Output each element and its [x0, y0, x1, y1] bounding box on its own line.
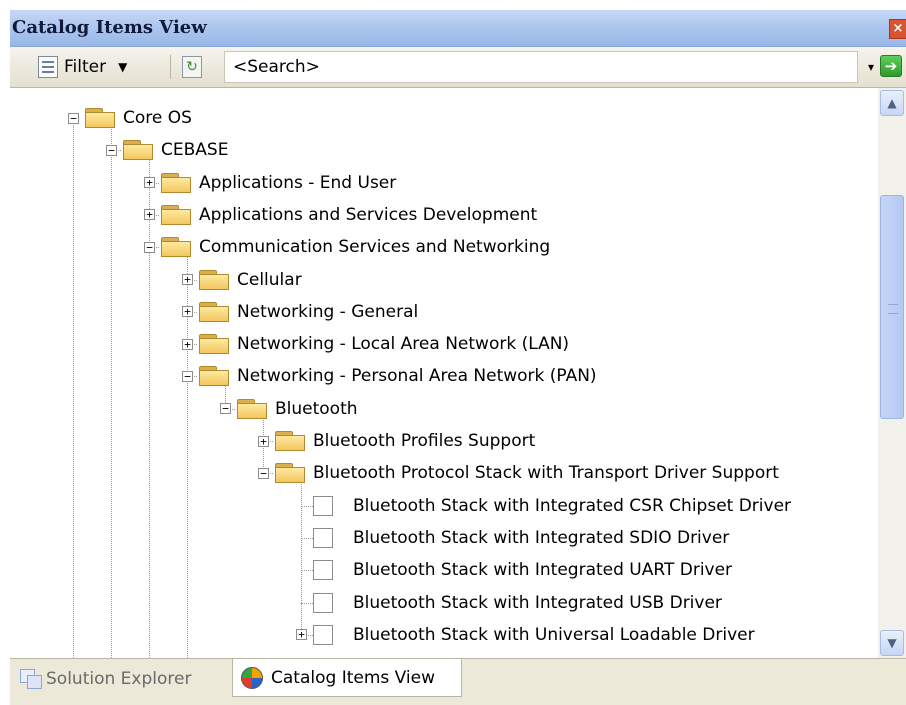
scrollbar-thumb[interactable]	[880, 194, 904, 419]
expand-node-icon[interactable]: +	[144, 209, 155, 221]
folder-icon	[275, 431, 305, 451]
search-input[interactable]: <Search>	[224, 51, 858, 83]
filter-label: Filter	[64, 57, 107, 77]
catalog-items-window: Catalog Items View × Filter ▼ ↻ <Search>…	[10, 10, 906, 705]
tree-folder-node[interactable]: + Applications and Services Development	[144, 199, 537, 231]
tree-folder-node[interactable]: − Bluetooth	[220, 393, 358, 425]
tab-solution-explorer[interactable]: Solution Explorer	[12, 663, 232, 695]
tree-folder-node[interactable]: + Networking - General	[182, 296, 418, 328]
item-checkbox[interactable]	[313, 624, 333, 645]
tab-label: Solution Explorer	[46, 669, 192, 689]
go-arrow-icon[interactable]: ➔	[880, 55, 902, 77]
tab-catalog-items-view[interactable]: Catalog Items View	[232, 659, 462, 697]
collapse-node-icon[interactable]: −	[182, 370, 193, 382]
item-checkbox[interactable]	[313, 527, 333, 548]
collapse-node-icon[interactable]: −	[68, 112, 79, 124]
expand-node-icon[interactable]: +	[144, 177, 155, 189]
tree-node-label: Networking - Local Area Network (LAN)	[237, 334, 570, 355]
tree-node-label: Applications - End User	[199, 172, 397, 193]
tree-connector-line	[111, 150, 112, 658]
tree-folder-node[interactable]: + Cellular	[182, 264, 302, 296]
tree-item-node[interactable]: + Bluetooth Stack with Universal Loadable…	[296, 619, 755, 651]
tree-folder-node[interactable]: − Communication Services and Networking	[144, 231, 550, 263]
collapse-node-icon[interactable]: −	[258, 467, 269, 479]
folder-icon	[199, 269, 229, 290]
folder-icon	[161, 237, 191, 258]
folder-icon	[161, 204, 191, 225]
tree-node-label: Core OS	[123, 108, 192, 128]
tree-node-label: Applications and Services Development	[199, 204, 538, 225]
tree-node-label: Bluetooth Stack with Integrated UART Dri…	[353, 560, 733, 581]
tree-item-node[interactable]: Bluetooth Stack with Integrated USB Driv…	[296, 587, 722, 619]
tree-node-label: CEBASE	[161, 140, 229, 161]
filter-button[interactable]: Filter ▼	[38, 53, 166, 81]
tree-folder-node[interactable]: + Applications - End User	[144, 167, 396, 199]
item-checkbox[interactable]	[313, 560, 333, 581]
item-checkbox[interactable]	[313, 495, 333, 516]
folder-icon	[237, 398, 267, 419]
tree-node-label: Networking - Personal Area Network (PAN)	[237, 366, 597, 387]
tree-node-label: Bluetooth Protocol Stack with Transport …	[313, 463, 779, 484]
scrollbar-grip	[888, 303, 898, 314]
toolbar: Filter ▼ ↻ <Search> ▾ ➔	[10, 47, 906, 88]
close-icon[interactable]: ×	[889, 19, 906, 39]
window-title: Catalog Items View	[12, 17, 207, 38]
filter-list-icon	[38, 56, 58, 78]
folder-icon	[123, 140, 153, 161]
tree-node-label: Bluetooth Stack with Integrated CSR Chip…	[353, 495, 792, 516]
tree-node-label: Cellular	[237, 269, 302, 290]
tree-node-label: Bluetooth Stack with Universal Loadable …	[353, 624, 755, 645]
catalog-tree[interactable]: − Core OS − CEBASE + Applications - End User +…	[10, 88, 878, 658]
scroll-down-icon[interactable]: ▼	[880, 630, 904, 656]
solution-explorer-icon	[20, 669, 42, 689]
tree-folder-node[interactable]: − Networking - Personal Area Network (PAN…	[182, 360, 597, 392]
scroll-up-icon[interactable]: ▲	[880, 90, 904, 116]
collapse-node-icon[interactable]: −	[144, 241, 155, 253]
bottom-tab-bar: Solution Explorer Catalog Items View	[10, 658, 906, 699]
expand-node-icon[interactable]: +	[182, 306, 193, 318]
collapse-node-icon[interactable]: −	[106, 144, 117, 156]
expand-node-icon[interactable]: +	[182, 338, 193, 350]
expand-node-icon[interactable]: +	[182, 274, 193, 285]
tree-connector-line	[187, 376, 188, 658]
tree-node-label: Communication Services and Networking	[199, 237, 551, 258]
search-dropdown-icon[interactable]: ▾	[864, 57, 878, 77]
tree-folder-node[interactable]: + Networking - Local Area Network (LAN)	[182, 328, 569, 360]
catalog-icon	[241, 666, 263, 689]
tree-connector-line	[73, 118, 74, 658]
item-checkbox[interactable]	[313, 592, 333, 613]
expand-node-icon[interactable]: +	[296, 629, 307, 641]
folder-icon	[199, 334, 229, 355]
vertical-scrollbar[interactable]: ▲ ▼	[878, 88, 906, 658]
tree-node-label: Bluetooth Stack with Integrated SDIO Dri…	[353, 527, 730, 548]
expand-node-icon[interactable]: +	[258, 435, 269, 447]
refresh-icon[interactable]: ↻	[182, 56, 202, 78]
title-bar: Catalog Items View ×	[10, 10, 906, 47]
tree-item-node[interactable]: Bluetooth Stack with Integrated SDIO Dri…	[296, 522, 729, 554]
folder-icon	[161, 172, 191, 193]
tree-item-node[interactable]: Bluetooth Stack with Integrated CSR Chip…	[296, 490, 791, 522]
tree-node-label: Bluetooth	[275, 398, 358, 419]
folder-icon	[199, 301, 229, 322]
tree-node-label: Networking - General	[237, 301, 419, 322]
tree-folder-node[interactable]: + Bluetooth Profiles Support	[258, 425, 535, 457]
folder-icon	[275, 463, 305, 484]
tree-node-label: Bluetooth Profiles Support	[313, 431, 536, 451]
tree-folder-node[interactable]: − Core OS	[68, 102, 192, 134]
tree-connector-line	[149, 247, 150, 658]
tab-label: Catalog Items View	[271, 667, 435, 688]
collapse-node-icon[interactable]: −	[220, 403, 231, 415]
chevron-down-icon: ▼	[118, 60, 128, 74]
tree-node-label: Bluetooth Stack with Integrated USB Driv…	[353, 592, 722, 613]
tree-folder-node[interactable]: − Bluetooth Protocol Stack with Transport…	[258, 457, 779, 489]
toolbar-divider	[170, 55, 171, 79]
tree-folder-node[interactable]: − CEBASE	[106, 134, 228, 166]
tree-item-node[interactable]: Bluetooth Stack with Integrated UART Dri…	[296, 554, 732, 586]
folder-icon	[199, 366, 229, 387]
folder-icon	[85, 108, 115, 128]
